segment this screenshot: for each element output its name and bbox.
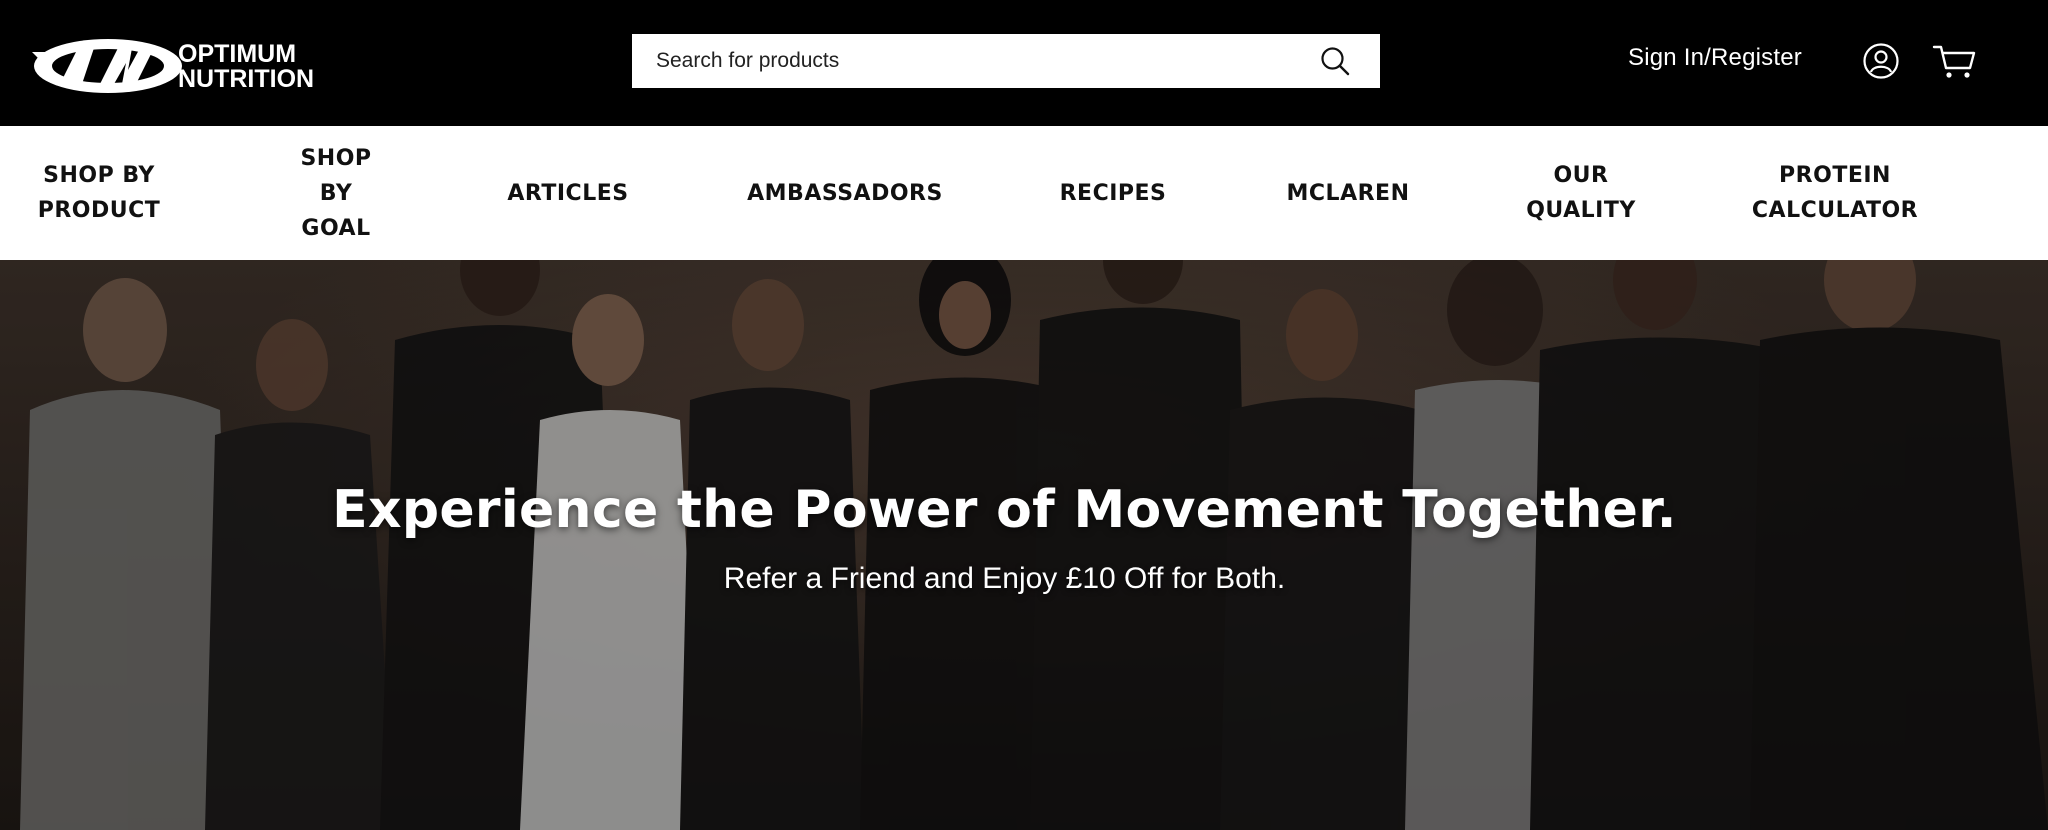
sign-in-register-link[interactable]: Sign In/Register xyxy=(1628,44,1802,72)
nav-mclaren[interactable]: MCLAREN xyxy=(1282,126,1414,260)
nav-recipes[interactable]: RECIPES xyxy=(1050,126,1176,260)
search-bar xyxy=(632,34,1380,88)
nav-shop-by-product[interactable]: SHOP BY PRODUCT xyxy=(30,126,168,260)
nav-articles[interactable]: ARTICLES xyxy=(496,126,640,260)
logo-text-line2: NUTRITION xyxy=(178,65,314,93)
hero-banner[interactable]: Experience the Power of Movement Togethe… xyxy=(0,260,2048,830)
logo-text-line1: OPTIMUM xyxy=(178,40,296,68)
account-icon[interactable] xyxy=(1862,42,1900,80)
nav-ambassadors[interactable]: AMBASSADORS xyxy=(740,126,950,260)
search-icon[interactable] xyxy=(1320,46,1350,76)
search-input[interactable] xyxy=(656,34,1296,88)
main-navigation: SHOP BY PRODUCT SHOP BY GOAL ARTICLES AM… xyxy=(0,126,2048,260)
optimum-nutrition-logo[interactable]: OPTIMUM NUTRITION xyxy=(30,30,320,98)
nav-shop-by-goal[interactable]: SHOP BY GOAL xyxy=(288,126,384,260)
cart-icon[interactable] xyxy=(1932,42,1976,80)
hero-dark-overlay xyxy=(0,260,2048,830)
nav-our-quality[interactable]: OUR QUALITY xyxy=(1520,126,1642,260)
site-header: OPTIMUM NUTRITION Sign In/Register xyxy=(0,0,2048,126)
hero-subtitle: Refer a Friend and Enjoy £10 Off for Bot… xyxy=(723,562,1286,595)
hero-title: Experience the Power of Movement Togethe… xyxy=(332,480,1677,540)
nav-protein-calculator[interactable]: PROTEIN CALCULATOR xyxy=(1748,126,1922,260)
